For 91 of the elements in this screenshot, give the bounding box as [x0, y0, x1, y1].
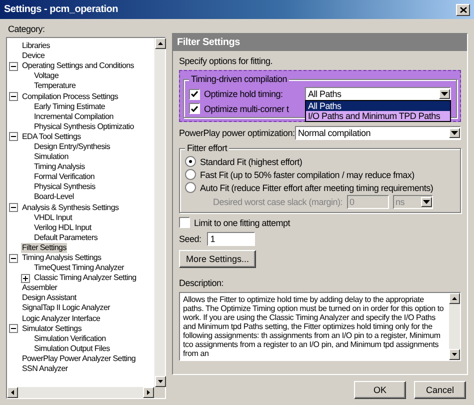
- checkbox[interactable]: [189, 103, 200, 114]
- scroll-down-button[interactable]: [155, 376, 166, 387]
- tree-item[interactable]: Simulation Output Files: [33, 344, 111, 354]
- tree-item[interactable]: EDA Tool Settings: [21, 132, 82, 142]
- dropdown-arrow-icon: [422, 200, 430, 204]
- tree-item[interactable]: Early Timing Estimate: [33, 102, 106, 112]
- tree-item[interactable]: Board-Level: [33, 192, 75, 202]
- up-triangle-icon: [158, 42, 163, 45]
- checkbox[interactable]: [189, 88, 200, 100]
- radio-button[interactable]: [185, 169, 196, 180]
- tree-item[interactable]: Timing Analysis Settings: [21, 253, 102, 264]
- scrollbar-corner: [154, 387, 165, 398]
- dialog-button[interactable]: OK: [354, 381, 406, 399]
- close-icon: [460, 6, 466, 12]
- tree-item[interactable]: Simulator Settings: [21, 324, 83, 334]
- tree-item[interactable]: Device: [21, 51, 46, 62]
- tree-item[interactable]: Libraries: [21, 41, 51, 52]
- vertical-scrollbar[interactable]: [449, 293, 460, 360]
- scroll-up-button[interactable]: [449, 293, 460, 304]
- scroll-left-button[interactable]: [7, 387, 18, 398]
- close-button[interactable]: [456, 4, 470, 16]
- radio-label: Fast Fit (up to 50% faster compilation / may reduce fmax): [200, 170, 414, 180]
- tree-item[interactable]: Verilog HDL Input: [33, 222, 92, 233]
- tree-item[interactable]: PowerPlay Power Analyzer Setting: [21, 354, 137, 364]
- description-text: Allows the Fitter to optimize hold time by adding delay to the appropriate paths. The Optimize Timing option must be turned on in order for this option to work. If you are using the Classic Timing Analyzer and specify the I/O Paths and Minimum tpd Paths setting, the Fitter optimizes hold timing only for the following assignments: th assignments from an I/O pin to a register, Minimum tco assignments from a register to an I/O pin, and Minimum tpd assignments from an: [182, 294, 445, 360]
- tree-item[interactable]: TimeQuest Timing Analyzer: [33, 263, 126, 274]
- tree-item[interactable]: Formal Verification: [33, 172, 96, 182]
- up-triangle-icon: [452, 297, 457, 300]
- group-title: Timing-driven compilation: [189, 74, 289, 84]
- tree-item[interactable]: Simulation Verification: [33, 334, 107, 344]
- tree-item[interactable]: VHDL Input: [33, 212, 74, 223]
- radio-label: Auto Fit (reduce Fitter effort after meeting timing requirements): [200, 182, 434, 192]
- tree-item[interactable]: Assembler: [21, 283, 58, 294]
- window-title: Settings - pcm_operation: [4, 4, 118, 15]
- scroll-down-button[interactable]: [449, 349, 460, 360]
- field-label: Seed:: [179, 234, 202, 244]
- tree-item[interactable]: Logic Analyzer Interface: [21, 314, 102, 324]
- field-label: Desired worst case slack (margin):: [213, 197, 343, 207]
- group-title: Fitter effort: [185, 143, 230, 153]
- checkbox[interactable]: [179, 217, 190, 228]
- tree-item[interactable]: Simulation: [33, 152, 70, 162]
- collapse-icon[interactable]: [9, 324, 18, 334]
- tree-item[interactable]: Compilation Process Settings: [21, 92, 120, 102]
- tree-item[interactable]: Design Entry/Synthesis: [33, 142, 112, 152]
- dialog-button[interactable]: Cancel: [414, 381, 466, 399]
- tree-item[interactable]: Timing Analysis: [33, 162, 86, 172]
- tree-item[interactable]: Physical Synthesis: [33, 182, 96, 192]
- horizontal-scrollbar[interactable]: [7, 387, 154, 398]
- panel-title: Filter Settings: [173, 34, 467, 51]
- down-triangle-icon: [158, 380, 163, 383]
- tree-item[interactable]: Filter Settings: [21, 242, 68, 253]
- collapse-icon[interactable]: [9, 62, 18, 71]
- radio-label: Standard Fit (highest effort): [200, 156, 302, 166]
- tree-item[interactable]: Operating Settings and Conditions: [21, 61, 135, 72]
- dropdown-option[interactable]: All Paths: [306, 101, 450, 111]
- collapse-icon[interactable]: [9, 92, 18, 102]
- checkbox-label: Optimize hold timing:: [204, 89, 283, 99]
- collapse-icon[interactable]: [9, 203, 18, 212]
- scroll-up-button[interactable]: [155, 38, 166, 49]
- expand-icon[interactable]: [21, 274, 30, 283]
- radio-button[interactable]: [185, 156, 196, 167]
- tree-item[interactable]: Default Parameters: [33, 232, 99, 243]
- tree-item[interactable]: Classic Timing Analyzer Setting: [33, 273, 138, 284]
- tree-item[interactable]: SignalTap II Logic Analyzer: [21, 303, 111, 314]
- description-label: Description:: [179, 278, 225, 288]
- input-field[interactable]: 1: [207, 232, 256, 246]
- scroll-right-button[interactable]: [143, 387, 154, 398]
- right-triangle-icon: [147, 390, 150, 395]
- collapse-icon[interactable]: [9, 132, 18, 142]
- tree-item[interactable]: Voltage: [33, 71, 60, 82]
- tree-item[interactable]: Design Assistant: [21, 293, 78, 304]
- collapse-icon[interactable]: [9, 254, 18, 263]
- tree-item[interactable]: Incremental Compilation: [33, 112, 114, 122]
- tree-item[interactable]: Analysis & Synthesis Settings: [21, 202, 120, 213]
- dropdown-arrow-icon: [441, 92, 448, 96]
- dropdown[interactable]: All Paths: [305, 87, 451, 101]
- more-settings-button[interactable]: More Settings...: [179, 250, 256, 268]
- tree-item[interactable]: SSN Analyzer: [21, 364, 69, 374]
- down-triangle-icon: [452, 353, 457, 356]
- intro-text: Specify options for fitting.: [179, 56, 274, 66]
- dropdown-arrow-icon: [451, 131, 458, 135]
- left-triangle-icon: [11, 390, 14, 395]
- category-label: Category:: [7, 23, 46, 36]
- tree-item[interactable]: Physical Synthesis Optimizatio: [33, 122, 135, 132]
- dropdown[interactable]: Normal compilation: [295, 126, 461, 140]
- radio-button[interactable]: [185, 182, 196, 193]
- checkbox-label: Limit to one fitting attempt: [194, 218, 290, 228]
- checkbox-label: Optimize multi-corner t: [204, 104, 289, 114]
- vertical-scrollbar[interactable]: [154, 38, 165, 387]
- dropdown-option[interactable]: I/O Paths and Minimum TPD Paths: [306, 111, 450, 121]
- tree-item[interactable]: Temperature: [33, 81, 77, 92]
